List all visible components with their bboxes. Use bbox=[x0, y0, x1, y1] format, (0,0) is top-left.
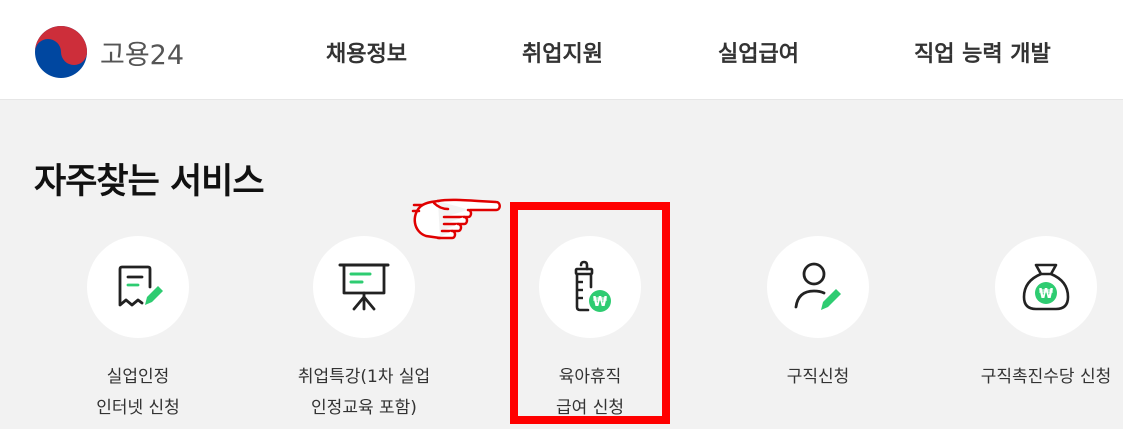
site-header: 고용24 채용정보 취업지원 실업급여 직업 능력 개발 bbox=[0, 0, 1123, 100]
service-label-line1: 구직신청 bbox=[786, 367, 850, 387]
person-pencil-icon bbox=[794, 262, 841, 310]
site-logo[interactable]: 고용24 bbox=[34, 25, 184, 79]
service-icon-circle bbox=[767, 236, 869, 338]
presentation-board-icon bbox=[338, 263, 390, 311]
service-label-line1: 취업특강(1차 실업 bbox=[297, 367, 431, 387]
baby-bottle-won-icon: ₩ bbox=[574, 260, 611, 312]
won-symbol: ₩ bbox=[593, 295, 608, 310]
service-label-line1: 육아휴직 bbox=[558, 367, 622, 387]
service-label: 육아휴직 급여 신청 bbox=[480, 362, 700, 424]
service-label-line1: 실업인정 bbox=[106, 367, 170, 387]
service-employment-lecture[interactable]: 취업특강(1차 실업 인정교육 포함) bbox=[254, 236, 474, 424]
service-label-line2: 인터넷 신청 bbox=[96, 398, 180, 418]
logo-text: 고용24 bbox=[100, 39, 185, 71]
service-job-seeking-allowance[interactable]: ₩ 구직촉진수당 신청 bbox=[936, 236, 1123, 393]
nav-item-employment-support[interactable]: 취업지원 bbox=[522, 36, 603, 68]
section-title: 자주찾는 서비스 bbox=[34, 162, 265, 202]
won-symbol: ₩ bbox=[1039, 287, 1054, 302]
service-icon-circle: ₩ bbox=[539, 236, 641, 338]
service-label-line2: 인정교육 포함) bbox=[311, 398, 417, 418]
service-label-line2: 급여 신청 bbox=[556, 398, 624, 418]
nav-item-vocational-training[interactable]: 직업 능력 개발 bbox=[914, 36, 1051, 68]
service-label: 구직촉진수당 신청 bbox=[936, 362, 1123, 393]
service-icon-circle: ₩ bbox=[995, 236, 1097, 338]
service-label: 실업인정 인터넷 신청 bbox=[28, 362, 248, 424]
service-job-seeking-registration[interactable]: 구직신청 bbox=[708, 236, 928, 393]
service-label: 구직신청 bbox=[708, 362, 928, 393]
service-label: 취업특강(1차 실업 인정교육 포함) bbox=[254, 362, 474, 424]
service-parental-leave-benefit[interactable]: ₩ 육아휴직 급여 신청 bbox=[480, 236, 700, 424]
taegeuk-icon bbox=[35, 26, 87, 78]
money-bag-won-icon: ₩ bbox=[1022, 263, 1070, 311]
service-icon-circle bbox=[87, 236, 189, 338]
service-label-line1: 구직촉진수당 신청 bbox=[980, 367, 1112, 387]
service-icon-circle bbox=[313, 236, 415, 338]
receipt-pencil-icon bbox=[118, 265, 163, 307]
service-unemployment-recognition[interactable]: 실업인정 인터넷 신청 bbox=[28, 236, 248, 424]
nav-item-jobs[interactable]: 채용정보 bbox=[326, 36, 407, 68]
nav-item-unemployment-benefit[interactable]: 실업급여 bbox=[718, 36, 799, 68]
